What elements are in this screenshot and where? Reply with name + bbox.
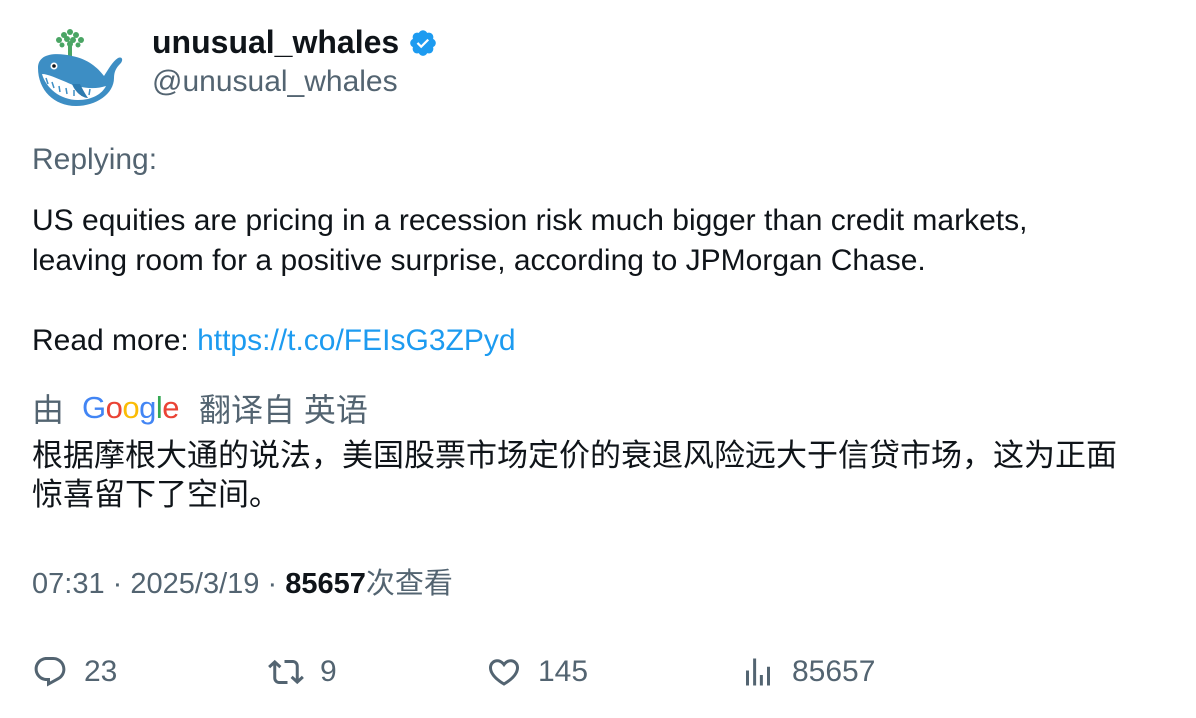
verified-badge-icon [410,30,436,56]
replying-label: Replying: [32,143,158,176]
tweet-link[interactable]: https://t.co/FEIsG3ZPyd [197,324,515,357]
whale-avatar-icon[interactable] [32,24,124,110]
read-more-line: Read more: https://t.co/FEIsG3ZPyd [32,321,516,361]
reply-count: 23 [84,655,118,688]
tweet-date[interactable]: 2025/3/19 [130,568,259,600]
google-letter: o [122,390,140,425]
views-action-count: 85657 [792,655,876,688]
meta-separator: · [267,568,278,600]
action-bar: 23 9 145 85657 [32,650,1172,694]
meta-separator: · [112,568,123,600]
translated-text: 根据摩根大通的说法，美国股票市场定价的衰退风险远大于信贷市场，这为正面 惊喜留下… [32,437,1172,515]
tweet-time[interactable]: 07:31 [32,568,105,600]
tweet-header: unusual_whales @unusual_whales [32,24,438,114]
google-logo[interactable]: Google [82,390,180,426]
retweet-count: 9 [320,655,337,688]
author-handle[interactable]: @unusual_whales [152,64,438,100]
google-letter: G [82,390,106,425]
tweet-meta: 07:31 · 2025/3/19 · 85657次查看 [32,565,453,603]
google-letter: o [105,390,123,425]
translated-by-label: 由 [32,392,65,428]
google-letter: e [162,390,180,425]
translated-from-label: 翻译自 英语 [199,392,368,428]
reply-icon [34,657,66,687]
translated-text-line: 根据摩根大通的说法，美国股票市场定价的衰退风险远大于信贷市场，这为正面 [32,438,1117,474]
heart-icon [488,659,520,686]
views-label: 次查看 [365,568,453,600]
analytics-icon [746,658,770,686]
google-letter: g [139,390,156,425]
views-button[interactable]: 85657 [740,650,875,694]
reply-button[interactable]: 23 [32,650,117,694]
like-button[interactable]: 145 [486,650,588,694]
tweet-text-line: US equities are pricing in a recession r… [32,204,1028,237]
author-display-name[interactable]: unusual_whales [152,24,399,60]
retweet-button[interactable]: 9 [268,650,337,694]
views-count: 85657 [285,568,366,600]
tweet-text-line: leaving room for a positive surprise, ac… [32,244,926,277]
translated-by-row: 由 Google 翻译自 英语 [32,386,368,430]
retweet-icon [268,659,304,685]
like-count: 145 [538,655,589,688]
translated-text-line: 惊喜留下了空间。 [32,477,280,513]
read-more-label: Read more: [32,324,198,357]
tweet-text: US equities are pricing in a recession r… [32,201,1172,281]
